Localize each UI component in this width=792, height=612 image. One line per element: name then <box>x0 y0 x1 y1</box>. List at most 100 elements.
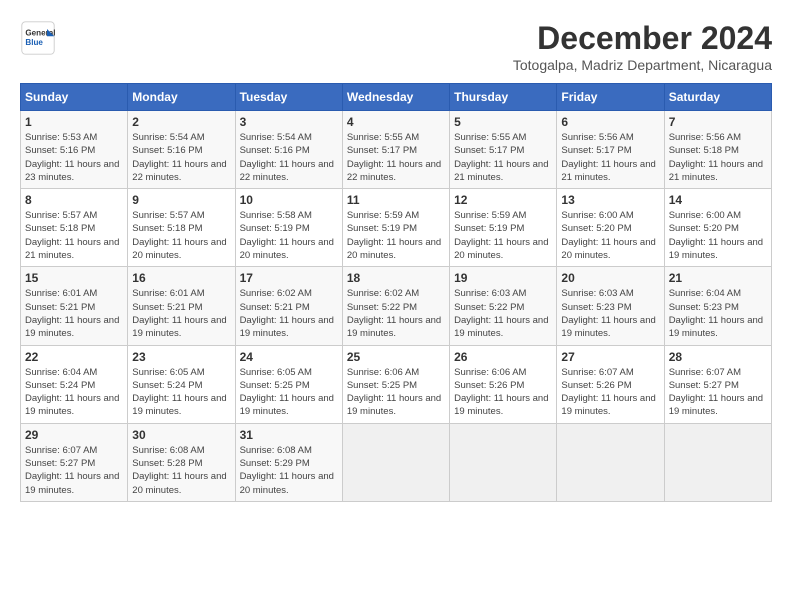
day-number: 3 <box>240 115 338 129</box>
day-info: Sunrise: 6:02 AMSunset: 5:22 PMDaylight:… <box>347 287 445 340</box>
calendar-cell: 12 Sunrise: 5:59 AMSunset: 5:19 PMDayligh… <box>450 189 557 267</box>
calendar-cell <box>664 423 771 501</box>
calendar-cell: 20 Sunrise: 6:03 AMSunset: 5:23 PMDayligh… <box>557 267 664 345</box>
title-area: December 2024 Totogalpa, Madriz Departme… <box>513 20 772 73</box>
day-number: 30 <box>132 428 230 442</box>
day-info: Sunrise: 6:05 AMSunset: 5:25 PMDaylight:… <box>240 366 338 419</box>
day-number: 5 <box>454 115 552 129</box>
day-number: 11 <box>347 193 445 207</box>
day-number: 21 <box>669 271 767 285</box>
day-info: Sunrise: 6:06 AMSunset: 5:26 PMDaylight:… <box>454 366 552 419</box>
day-number: 29 <box>25 428 123 442</box>
day-info: Sunrise: 6:08 AMSunset: 5:29 PMDaylight:… <box>240 444 338 497</box>
day-number: 2 <box>132 115 230 129</box>
calendar-table: SundayMondayTuesdayWednesdayThursdayFrid… <box>20 83 772 502</box>
day-info: Sunrise: 5:56 AMSunset: 5:18 PMDaylight:… <box>669 131 767 184</box>
month-title: December 2024 <box>513 20 772 57</box>
day-number: 14 <box>669 193 767 207</box>
weekday-header-row: SundayMondayTuesdayWednesdayThursdayFrid… <box>21 84 772 111</box>
day-info: Sunrise: 6:07 AMSunset: 5:27 PMDaylight:… <box>25 444 123 497</box>
calendar-cell <box>557 423 664 501</box>
day-info: Sunrise: 5:54 AMSunset: 5:16 PMDaylight:… <box>132 131 230 184</box>
day-info: Sunrise: 5:55 AMSunset: 5:17 PMDaylight:… <box>454 131 552 184</box>
day-number: 7 <box>669 115 767 129</box>
day-number: 22 <box>25 350 123 364</box>
calendar-cell: 7 Sunrise: 5:56 AMSunset: 5:18 PMDaylight… <box>664 111 771 189</box>
day-number: 8 <box>25 193 123 207</box>
weekday-header-thursday: Thursday <box>450 84 557 111</box>
page-header: General Blue December 2024 Totogalpa, Ma… <box>20 20 772 73</box>
day-number: 9 <box>132 193 230 207</box>
day-info: Sunrise: 6:08 AMSunset: 5:28 PMDaylight:… <box>132 444 230 497</box>
calendar-cell: 18 Sunrise: 6:02 AMSunset: 5:22 PMDayligh… <box>342 267 449 345</box>
day-info: Sunrise: 5:59 AMSunset: 5:19 PMDaylight:… <box>347 209 445 262</box>
day-info: Sunrise: 5:53 AMSunset: 5:16 PMDaylight:… <box>25 131 123 184</box>
day-info: Sunrise: 6:01 AMSunset: 5:21 PMDaylight:… <box>25 287 123 340</box>
day-number: 13 <box>561 193 659 207</box>
weekday-header-sunday: Sunday <box>21 84 128 111</box>
day-info: Sunrise: 6:00 AMSunset: 5:20 PMDaylight:… <box>669 209 767 262</box>
weekday-header-friday: Friday <box>557 84 664 111</box>
calendar-cell: 29 Sunrise: 6:07 AMSunset: 5:27 PMDayligh… <box>21 423 128 501</box>
logo-icon: General Blue <box>20 20 56 56</box>
day-info: Sunrise: 5:56 AMSunset: 5:17 PMDaylight:… <box>561 131 659 184</box>
day-info: Sunrise: 5:59 AMSunset: 5:19 PMDaylight:… <box>454 209 552 262</box>
calendar-cell <box>342 423 449 501</box>
calendar-cell: 31 Sunrise: 6:08 AMSunset: 5:29 PMDayligh… <box>235 423 342 501</box>
day-number: 19 <box>454 271 552 285</box>
calendar-cell: 13Sunrise: 6:00 AMSunset: 5:20 PMDayligh… <box>557 189 664 267</box>
day-number: 16 <box>132 271 230 285</box>
day-number: 23 <box>132 350 230 364</box>
day-info: Sunrise: 6:06 AMSunset: 5:25 PMDaylight:… <box>347 366 445 419</box>
day-info: Sunrise: 6:03 AMSunset: 5:22 PMDaylight:… <box>454 287 552 340</box>
day-number: 24 <box>240 350 338 364</box>
calendar-cell: 11 Sunrise: 5:59 AMSunset: 5:19 PMDayligh… <box>342 189 449 267</box>
day-number: 18 <box>347 271 445 285</box>
calendar-cell: 9 Sunrise: 5:57 AMSunset: 5:18 PMDaylight… <box>128 189 235 267</box>
day-number: 12 <box>454 193 552 207</box>
day-info: Sunrise: 5:58 AMSunset: 5:19 PMDaylight:… <box>240 209 338 262</box>
calendar-cell <box>450 423 557 501</box>
day-number: 20 <box>561 271 659 285</box>
calendar-cell: 10 Sunrise: 5:58 AMSunset: 5:19 PMDayligh… <box>235 189 342 267</box>
day-info: Sunrise: 6:04 AMSunset: 5:24 PMDaylight:… <box>25 366 123 419</box>
calendar-cell: 19 Sunrise: 6:03 AMSunset: 5:22 PMDayligh… <box>450 267 557 345</box>
calendar-cell: 30 Sunrise: 6:08 AMSunset: 5:28 PMDayligh… <box>128 423 235 501</box>
calendar-cell: 2 Sunrise: 5:54 AMSunset: 5:16 PMDaylight… <box>128 111 235 189</box>
day-number: 28 <box>669 350 767 364</box>
calendar-cell: 4Sunrise: 5:55 AMSunset: 5:17 PMDaylight… <box>342 111 449 189</box>
day-info: Sunrise: 5:57 AMSunset: 5:18 PMDaylight:… <box>132 209 230 262</box>
day-info: Sunrise: 6:03 AMSunset: 5:23 PMDaylight:… <box>561 287 659 340</box>
calendar-cell: 5 Sunrise: 5:55 AMSunset: 5:17 PMDaylight… <box>450 111 557 189</box>
day-number: 31 <box>240 428 338 442</box>
calendar-week-row: 8 Sunrise: 5:57 AMSunset: 5:18 PMDaylight… <box>21 189 772 267</box>
weekday-header-wednesday: Wednesday <box>342 84 449 111</box>
calendar-cell: 15Sunrise: 6:01 AMSunset: 5:21 PMDayligh… <box>21 267 128 345</box>
day-number: 10 <box>240 193 338 207</box>
location-title: Totogalpa, Madriz Department, Nicaragua <box>513 57 772 73</box>
calendar-week-row: 22 Sunrise: 6:04 AMSunset: 5:24 PMDayligh… <box>21 345 772 423</box>
calendar-cell: 28Sunrise: 6:07 AMSunset: 5:27 PMDayligh… <box>664 345 771 423</box>
day-number: 6 <box>561 115 659 129</box>
calendar-cell: 1 Sunrise: 5:53 AMSunset: 5:16 PMDaylight… <box>21 111 128 189</box>
calendar-week-row: 29 Sunrise: 6:07 AMSunset: 5:27 PMDayligh… <box>21 423 772 501</box>
day-info: Sunrise: 5:54 AMSunset: 5:16 PMDaylight:… <box>240 131 338 184</box>
calendar-cell: 6 Sunrise: 5:56 AMSunset: 5:17 PMDaylight… <box>557 111 664 189</box>
calendar-week-row: 1 Sunrise: 5:53 AMSunset: 5:16 PMDaylight… <box>21 111 772 189</box>
day-info: Sunrise: 6:05 AMSunset: 5:24 PMDaylight:… <box>132 366 230 419</box>
calendar-cell: 24 Sunrise: 6:05 AMSunset: 5:25 PMDayligh… <box>235 345 342 423</box>
weekday-header-monday: Monday <box>128 84 235 111</box>
calendar-cell: 22 Sunrise: 6:04 AMSunset: 5:24 PMDayligh… <box>21 345 128 423</box>
calendar-cell: 21 Sunrise: 6:04 AMSunset: 5:23 PMDayligh… <box>664 267 771 345</box>
calendar-cell: 8Sunrise: 5:57 AMSunset: 5:18 PMDaylight… <box>21 189 128 267</box>
day-info: Sunrise: 6:02 AMSunset: 5:21 PMDaylight:… <box>240 287 338 340</box>
day-info: Sunrise: 6:04 AMSunset: 5:23 PMDaylight:… <box>669 287 767 340</box>
weekday-header-saturday: Saturday <box>664 84 771 111</box>
day-number: 4 <box>347 115 445 129</box>
day-number: 25 <box>347 350 445 364</box>
day-number: 17 <box>240 271 338 285</box>
logo: General Blue <box>20 20 56 56</box>
day-number: 1 <box>25 115 123 129</box>
calendar-cell: 23 Sunrise: 6:05 AMSunset: 5:24 PMDayligh… <box>128 345 235 423</box>
calendar-cell: 27Sunrise: 6:07 AMSunset: 5:26 PMDayligh… <box>557 345 664 423</box>
